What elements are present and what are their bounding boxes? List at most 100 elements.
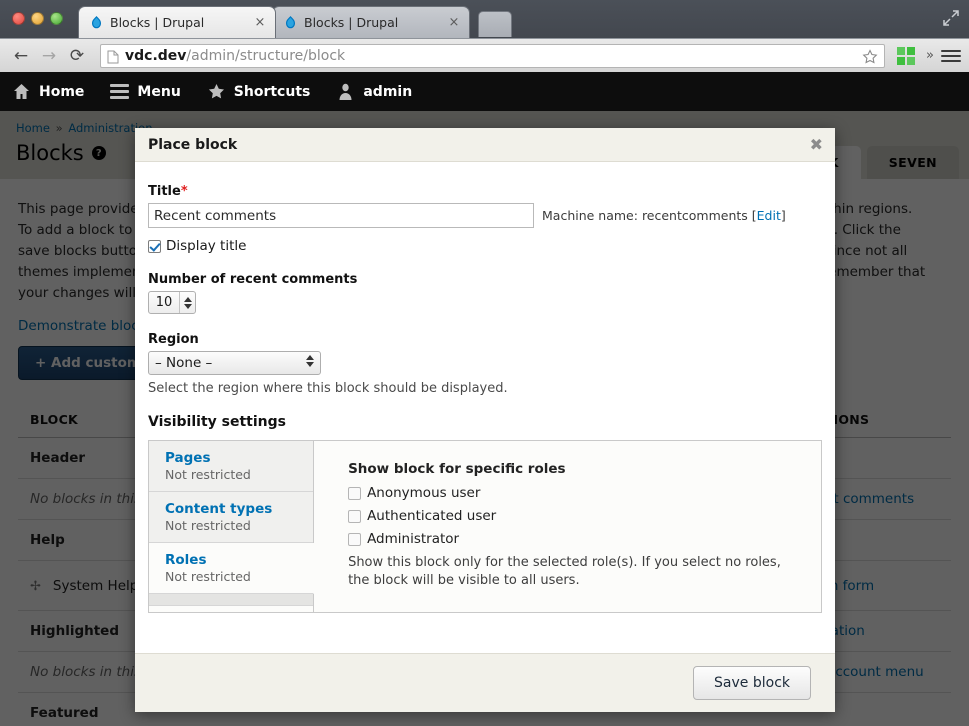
machine-name-display: Machine name: recentcomments [Edit]: [542, 208, 786, 223]
forward-button[interactable]: →: [36, 43, 62, 69]
vertical-tab-summary: Not restricted: [165, 518, 251, 533]
toolbar-item-shortcuts[interactable]: Shortcuts: [207, 82, 311, 101]
star-icon: [207, 82, 226, 101]
vertical-tab-roles[interactable]: Roles Not restricted: [149, 543, 315, 594]
roles-description: Show this block only for the selected ro…: [348, 555, 781, 588]
vertical-tab-menu: Pages Not restricted Content types Not r…: [149, 441, 315, 612]
toolbar-item-admin[interactable]: admin: [336, 82, 412, 101]
menu-icon: [110, 82, 130, 101]
user-icon: [336, 82, 355, 101]
overflow-chevron-icon[interactable]: »: [926, 48, 934, 63]
select-up-icon: [306, 355, 314, 360]
browser-tab-1[interactable]: Blocks | Drupal ×: [78, 6, 276, 38]
url-host: vdc.dev: [125, 47, 187, 64]
machine-name-prefix: Machine name:: [542, 208, 642, 223]
region-field-group: Region – None – Select the region where …: [148, 332, 822, 396]
role-label: Administrator: [367, 531, 460, 547]
close-window-button[interactable]: [12, 12, 25, 25]
browser-toolbar: ← → ⟳ vdc.dev/admin/structure/block »: [0, 38, 969, 72]
role-checkbox[interactable]: [348, 509, 362, 523]
region-field-label: Region: [148, 332, 199, 347]
browser-chrome: Blocks | Drupal × Blocks | Drupal × ← → …: [0, 0, 969, 72]
role-label: Authenticated user: [367, 508, 497, 524]
tab-close-icon[interactable]: ×: [253, 16, 267, 29]
new-tab-button[interactable]: [478, 11, 512, 37]
toolbar-label: admin: [363, 83, 413, 100]
extension-icons[interactable]: [895, 45, 917, 67]
toolbar-item-menu[interactable]: Menu: [110, 82, 181, 101]
roles-pane: Show block for specific roles Anonymous …: [314, 441, 821, 612]
region-select-dropdown[interactable]: – None –: [148, 351, 321, 375]
number-field-group: Number of recent comments 10: [148, 272, 822, 314]
fullscreen-expand-icon[interactable]: [941, 8, 961, 28]
required-marker: *: [180, 184, 188, 199]
tab-title: Blocks | Drupal: [304, 15, 399, 30]
role-option-administrator[interactable]: Administrator: [348, 531, 805, 547]
stepper-down-icon[interactable]: [183, 303, 192, 309]
machine-name-value: recentcomments: [641, 208, 748, 223]
page-document-icon: [107, 49, 119, 63]
display-title-checkbox[interactable]: [148, 239, 161, 253]
stepper-arrows[interactable]: [179, 292, 195, 313]
vertical-tab-pages[interactable]: Pages Not restricted: [149, 441, 314, 492]
dialog-body: Title* Machine name: recentcomments [Edi…: [135, 162, 835, 653]
dialog-footer: Save block: [135, 653, 835, 712]
toolbar-label: Menu: [137, 83, 181, 100]
machine-name-edit-link[interactable]: Edit: [757, 208, 781, 223]
display-title-row[interactable]: Display title: [148, 238, 822, 254]
tab-close-icon[interactable]: ×: [447, 16, 461, 29]
visibility-vertical-tabs: Pages Not restricted Content types Not r…: [148, 440, 822, 613]
vertical-tab-title: Roles: [165, 552, 207, 568]
number-field-label: Number of recent comments: [148, 272, 358, 287]
drupal-drop-icon: [89, 15, 104, 30]
roles-pane-heading: Show block for specific roles: [348, 461, 566, 477]
drupal-admin-toolbar: Home Menu Shortcuts admin: [0, 72, 969, 111]
role-checkbox[interactable]: [348, 532, 362, 546]
save-block-button[interactable]: Save block: [693, 666, 811, 700]
address-bar[interactable]: vdc.dev/admin/structure/block: [100, 43, 886, 68]
browser-menu-icon[interactable]: [941, 46, 961, 66]
toolbar-label: Shortcuts: [233, 83, 311, 100]
vertical-tab-title: Content types: [165, 501, 273, 517]
home-icon: [12, 82, 31, 101]
title-input[interactable]: [148, 203, 534, 228]
vertical-tab-title: Pages: [165, 450, 211, 466]
role-option-authenticated[interactable]: Authenticated user: [348, 508, 805, 524]
region-description: Select the region where this block shoul…: [148, 381, 508, 396]
reload-button[interactable]: ⟳: [64, 43, 90, 69]
role-option-anonymous[interactable]: Anonymous user: [348, 485, 805, 501]
bookmark-star-icon[interactable]: [862, 48, 878, 65]
title-field-label: Title*: [148, 184, 822, 199]
role-label: Anonymous user: [367, 485, 481, 501]
title-field-group: Title* Machine name: recentcomments [Edi…: [148, 184, 822, 228]
display-title-label: Display title: [166, 238, 247, 254]
dialog-title: Place block: [148, 136, 238, 153]
region-selected-value: – None –: [155, 355, 213, 371]
tab-title: Blocks | Drupal: [110, 15, 205, 30]
toolbar-item-home[interactable]: Home: [12, 82, 84, 101]
number-value[interactable]: 10: [149, 292, 179, 313]
edit-bracket-open: [: [747, 208, 757, 223]
title-input-row: Machine name: recentcomments [Edit]: [148, 203, 822, 228]
visibility-settings-heading: Visibility settings: [148, 414, 286, 430]
close-icon[interactable]: ✖: [810, 136, 823, 153]
browser-tab-2[interactable]: Blocks | Drupal ×: [272, 6, 470, 38]
vertical-tab-content-types[interactable]: Content types Not restricted: [149, 492, 314, 543]
number-of-comments-stepper[interactable]: 10: [148, 291, 196, 314]
drupal-drop-icon: [283, 15, 298, 30]
vertical-tab-partial[interactable]: [149, 594, 314, 606]
minimize-window-button[interactable]: [31, 12, 44, 25]
url-text: vdc.dev/admin/structure/block: [125, 48, 345, 64]
role-checkbox[interactable]: [348, 486, 362, 500]
url-path: /admin/structure/block: [186, 47, 346, 64]
select-down-icon: [306, 362, 314, 367]
quad-green-extension-icon: [897, 46, 916, 65]
stepper-up-icon[interactable]: [183, 296, 192, 302]
vertical-tab-summary: Not restricted: [165, 569, 251, 584]
title-label-text: Title: [148, 184, 181, 199]
window-controls: [12, 12, 63, 25]
maximize-window-button[interactable]: [50, 12, 63, 25]
dialog-header: Place block ✖: [135, 128, 835, 162]
back-button[interactable]: ←: [8, 43, 34, 69]
select-arrows-icon: [306, 355, 314, 367]
